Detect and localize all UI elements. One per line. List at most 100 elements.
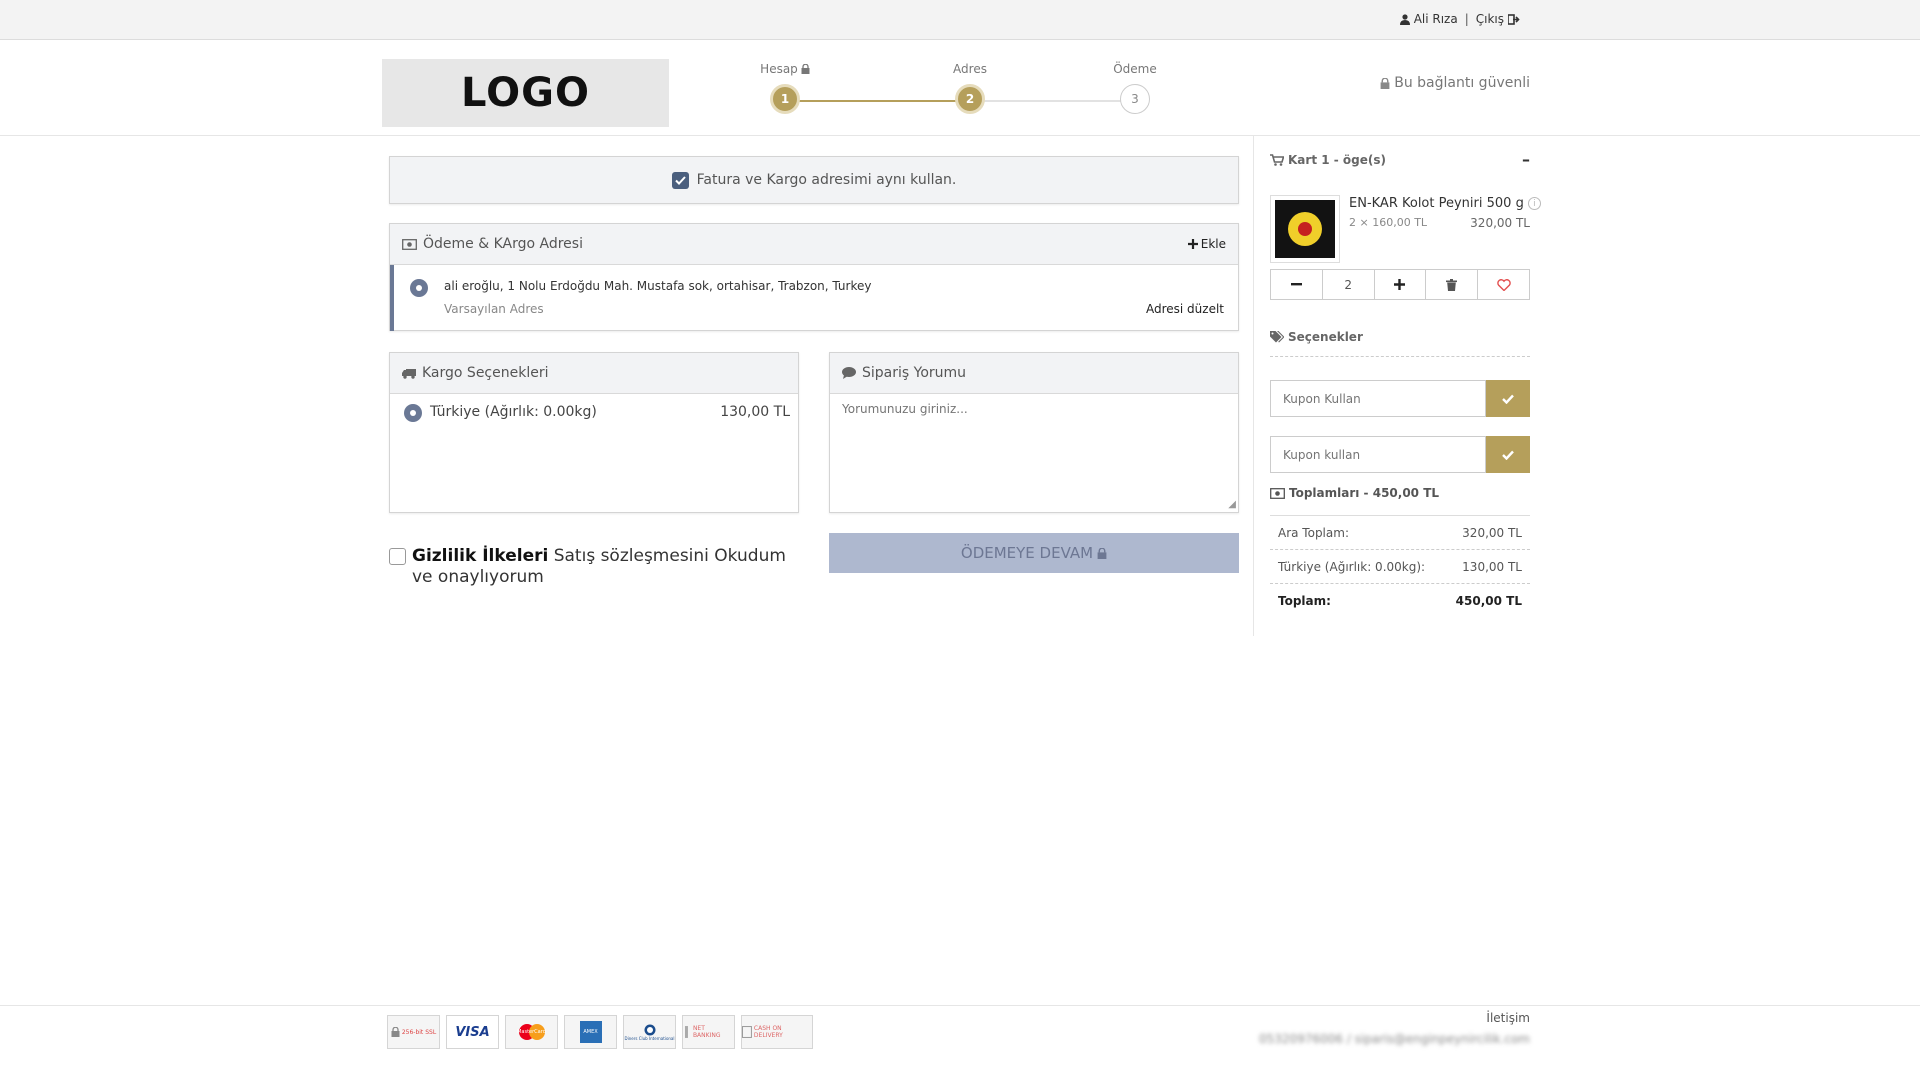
checkout-header: LOGO Hesap 1 Adres 2 Ödeme 3 Bu bağlantı… bbox=[0, 40, 1920, 136]
totals-label: Toplam: bbox=[1278, 594, 1331, 608]
plus-icon bbox=[1187, 239, 1198, 249]
step-account[interactable]: Hesap 1 bbox=[745, 60, 825, 114]
product-thumbnail[interactable] bbox=[1270, 195, 1340, 263]
terms-checkbox[interactable] bbox=[389, 548, 406, 565]
secure-text: Bu bağlantı güvenli bbox=[1394, 75, 1530, 91]
coupon-input[interactable] bbox=[1270, 380, 1486, 417]
options-section[interactable]: Seçenekler bbox=[1270, 330, 1530, 357]
cargo-panel-title: Kargo Seçenekleri bbox=[422, 365, 549, 381]
badge-text: AMEX bbox=[583, 1029, 598, 1035]
logout-icon[interactable] bbox=[1508, 13, 1520, 25]
quantity-input[interactable]: 2 bbox=[1323, 270, 1375, 299]
logo[interactable]: LOGO bbox=[382, 59, 669, 127]
secure-connection-note: Bu bağlantı güvenli bbox=[1380, 75, 1530, 91]
step-number: 1 bbox=[770, 84, 800, 114]
totals-value: 450,00 TL bbox=[1455, 594, 1522, 608]
badge-text: CASH ON DELIVERY bbox=[753, 1025, 783, 1039]
resize-handle-icon[interactable]: ◢ bbox=[1228, 499, 1236, 510]
decrease-quantity-button[interactable] bbox=[1271, 270, 1323, 299]
address-panel-title: Ödeme & KArgo Adresi bbox=[423, 236, 583, 252]
logout-link[interactable]: Çıkış bbox=[1476, 12, 1504, 26]
contact-label[interactable]: İletişim bbox=[1486, 1011, 1530, 1025]
cargo-options-panel: Kargo Seçenekleri Türkiye (Ağırlık: 0.00… bbox=[389, 352, 799, 513]
increase-quantity-button[interactable] bbox=[1375, 270, 1427, 299]
subtotal-row: Ara Toplam: 320,00 TL bbox=[1270, 516, 1530, 550]
cart-header[interactable]: Kart 1 - öge(s) – bbox=[1270, 150, 1530, 169]
lock-icon bbox=[801, 64, 810, 74]
visa-badge: VISA bbox=[446, 1015, 499, 1049]
top-bar: Ali Rıza | Çıkış bbox=[0, 0, 1920, 40]
product-qty-price: 2 × 160,00 TL bbox=[1349, 216, 1428, 229]
remove-item-button[interactable] bbox=[1426, 270, 1479, 299]
cargo-option-name: Türkiye (Ağırlık: 0.00kg) bbox=[430, 404, 597, 420]
terms-agreement: Gizlilik İlkeleri Satış sözleşmesini Oku… bbox=[389, 546, 809, 588]
badge-text: MasterCard bbox=[517, 1029, 546, 1035]
grand-total-row: Toplam: 450,00 TL bbox=[1270, 584, 1530, 618]
money-icon bbox=[1270, 487, 1285, 499]
plus-icon bbox=[1394, 279, 1406, 290]
privacy-policy-link[interactable]: Gizlilik İlkeleri bbox=[412, 546, 548, 566]
cargo-option-price: 130,00 TL bbox=[720, 404, 790, 420]
cargo-radio[interactable] bbox=[404, 404, 422, 422]
tags-icon bbox=[1270, 331, 1284, 343]
comment-panel-header: Sipariş Yorumu bbox=[830, 353, 1238, 394]
check-icon bbox=[1502, 394, 1514, 404]
edit-address-link[interactable]: Adresi düzelt bbox=[1146, 302, 1224, 316]
address-panel: Ödeme & KArgo Adresi Ekle ali eroğlu, 1 … bbox=[389, 223, 1239, 331]
apply-gift-coupon-button[interactable] bbox=[1486, 436, 1530, 473]
totals-value: 130,00 TL bbox=[1462, 559, 1522, 574]
totals-table: Ara Toplam: 320,00 TL Türkiye (Ağırlık: … bbox=[1270, 515, 1530, 618]
diners-badge: Diners Club International bbox=[623, 1015, 676, 1049]
same-address-checkbox[interactable] bbox=[671, 171, 689, 189]
collapse-icon[interactable]: – bbox=[1522, 150, 1530, 169]
badge-text: NET BANKING bbox=[692, 1025, 721, 1039]
coupon-form-2 bbox=[1270, 436, 1530, 473]
badge-text: 256-bit SSL bbox=[401, 1028, 437, 1036]
user-menu: Ali Rıza | Çıkış bbox=[1399, 12, 1520, 26]
same-address-label: Fatura ve Kargo adresimi aynı kullan. bbox=[696, 172, 957, 188]
coupon-form-1 bbox=[1270, 380, 1530, 417]
address-option[interactable]: ali eroğlu, 1 Nolu Erdoğdu Mah. Mustafa … bbox=[390, 265, 1238, 331]
amex-badge: AMEX bbox=[564, 1015, 617, 1049]
product-name[interactable]: EN-KAR Kolot Peyniri 500 g bbox=[1349, 196, 1524, 211]
order-comment-textarea[interactable] bbox=[830, 394, 1238, 512]
product-image bbox=[1275, 200, 1335, 258]
pay-button-label: ÖDEMEYE DEVAM bbox=[960, 544, 1094, 562]
cart-icon bbox=[1270, 153, 1284, 166]
totals-value: 320,00 TL bbox=[1462, 525, 1522, 540]
gift-coupon-input[interactable] bbox=[1270, 436, 1486, 473]
amex-logo: AMEX bbox=[579, 1021, 602, 1043]
product-name-row: EN-KAR Kolot Peyniri 500 g i bbox=[1349, 196, 1541, 211]
comment-icon bbox=[842, 367, 856, 379]
address-radio[interactable] bbox=[410, 279, 428, 297]
step-number: 2 bbox=[955, 84, 985, 114]
info-icon[interactable]: i bbox=[1527, 197, 1541, 210]
mastercard-badge: MasterCard bbox=[505, 1015, 558, 1049]
options-label: Seçenekler bbox=[1288, 330, 1363, 344]
check-icon bbox=[1502, 450, 1514, 460]
totals-title: Toplamları - 450,00 TL bbox=[1289, 486, 1440, 500]
add-address-button[interactable]: Ekle bbox=[1187, 237, 1226, 251]
lock-icon bbox=[1380, 77, 1390, 89]
totals-label: Türkiye (Ağırlık: 0.00kg): bbox=[1278, 559, 1426, 574]
add-to-wishlist-button[interactable] bbox=[1478, 270, 1529, 299]
user-name[interactable]: Ali Rıza bbox=[1414, 12, 1458, 26]
comment-panel-title: Sipariş Yorumu bbox=[862, 365, 967, 381]
ssl-badge: 256-bit SSL bbox=[387, 1015, 440, 1049]
apply-coupon-button[interactable] bbox=[1486, 380, 1530, 417]
totals-label: Ara Toplam: bbox=[1278, 525, 1349, 540]
step-label: Adres bbox=[953, 62, 987, 76]
cargo-panel-header: Kargo Seçenekleri bbox=[390, 353, 798, 394]
badge-text: Diners Club International bbox=[624, 1035, 675, 1041]
step-label: Hesap bbox=[760, 62, 798, 76]
cash-on-delivery-badge: CASH ON DELIVERY bbox=[741, 1015, 813, 1049]
cargo-option[interactable]: Türkiye (Ağırlık: 0.00kg) 130,00 TL bbox=[390, 394, 798, 430]
quantity-controls: 2 bbox=[1270, 269, 1530, 300]
step-label: Ödeme bbox=[1113, 62, 1157, 76]
diners-logo-icon bbox=[644, 1024, 655, 1035]
same-address-toggle[interactable]: Fatura ve Kargo adresimi aynı kullan. bbox=[389, 156, 1239, 204]
cash-icon bbox=[742, 1026, 752, 1038]
step-number: 3 bbox=[1120, 84, 1150, 114]
continue-to-payment-button[interactable]: ÖDEMEYE DEVAM bbox=[829, 533, 1239, 573]
step-address[interactable]: Adres 2 bbox=[930, 60, 1010, 114]
